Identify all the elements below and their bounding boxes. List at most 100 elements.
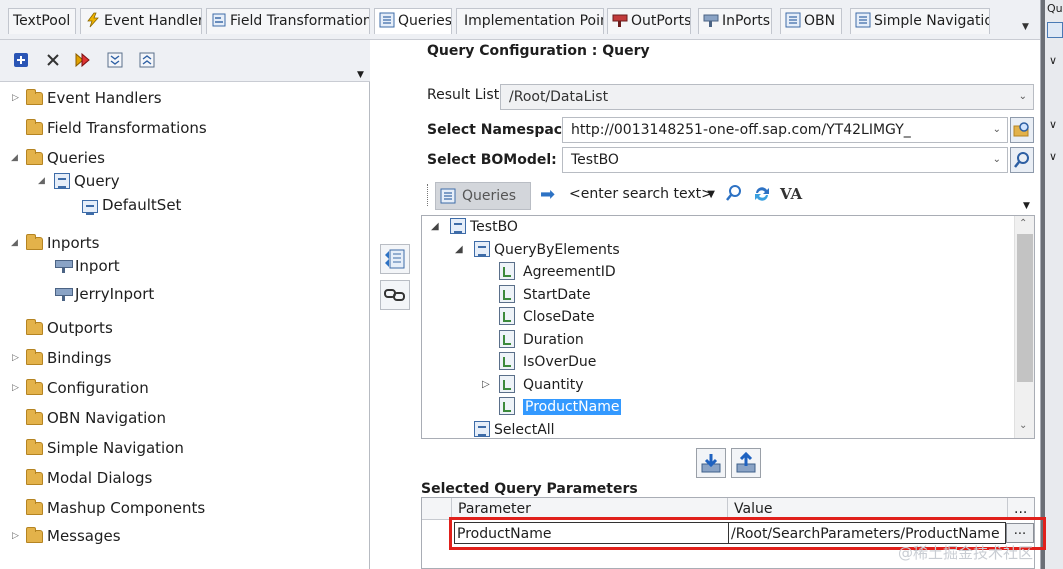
browse-namespace-button[interactable] [1010, 117, 1034, 143]
expand-arrow-icon[interactable]: ▷ [12, 87, 22, 109]
tree-node-field[interactable]: CloseDate [499, 306, 595, 328]
collapse-arrow-icon[interactable]: ◢ [455, 239, 463, 261]
collapse-arrow-icon[interactable]: ◢ [11, 147, 21, 169]
tree-node-field[interactable]: StartDate [499, 284, 591, 306]
tree-item-jerryinport[interactable]: JerryInport [55, 283, 154, 305]
tree-item-inports[interactable]: Inports [26, 232, 100, 254]
search-icon[interactable] [725, 184, 743, 207]
queries-button[interactable]: Queries [435, 182, 531, 210]
expand-arrow-icon[interactable]: ▷ [12, 347, 22, 369]
folder-icon [26, 469, 43, 485]
collapse-all-icon[interactable] [136, 49, 158, 71]
swap-button[interactable] [380, 244, 410, 274]
tab-outports[interactable]: OutPorts [607, 8, 691, 34]
folder-search-icon [1013, 122, 1029, 137]
result-list-select[interactable]: /Root/DataList ⌄ [500, 84, 1034, 110]
chevron-down-icon[interactable]: ∨ [1049, 150, 1057, 163]
tree-item-inport[interactable]: Inport [55, 255, 120, 277]
tree-item-query[interactable]: Query [54, 170, 120, 192]
remove-parameter-button[interactable] [731, 448, 761, 478]
tab-queries[interactable]: Queries [374, 8, 452, 34]
link-button[interactable] [380, 280, 410, 310]
inport-icon [55, 259, 73, 273]
tree-item-outports[interactable]: Outports [26, 317, 113, 339]
field-icon [499, 330, 515, 348]
scroll-up-icon[interactable]: ⌃ [1019, 218, 1027, 229]
collapse-arrow-icon[interactable]: ◢ [431, 216, 439, 238]
toolbar-overflow-icon[interactable]: ▼ [1023, 201, 1030, 211]
field-icon [499, 352, 515, 370]
arrow-right-icon: ➡ [540, 184, 556, 205]
scrollbar-thumb[interactable] [1017, 234, 1033, 382]
folder-icon [26, 119, 43, 135]
tree-item-bindings[interactable]: Bindings [26, 347, 112, 369]
upload-from-icon [736, 452, 756, 473]
namespace-label: Select Namespace: [427, 122, 578, 138]
collapse-arrow-icon[interactable]: ◢ [38, 170, 48, 192]
tab-field-transformations[interactable]: Field Transformations [206, 8, 370, 34]
expand-all-icon[interactable] [104, 49, 126, 71]
tree-item-configuration[interactable]: Configuration [26, 377, 149, 399]
tree-item-modal-dialogs[interactable]: Modal Dialogs [26, 467, 152, 489]
search-input[interactable]: <enter search text> ▼ [563, 183, 717, 207]
tab-label: InPorts [722, 13, 771, 29]
toolbar-overflow-icon[interactable]: ▼ [357, 70, 364, 80]
run-icon[interactable] [72, 49, 94, 71]
outport-icon [612, 14, 628, 27]
page-title: Query Configuration : Query [427, 43, 650, 59]
expand-arrow-icon[interactable]: ▷ [482, 374, 490, 396]
tree-item-messages[interactable]: Messages [26, 525, 121, 547]
tab-textpool[interactable]: TextPool [8, 8, 76, 34]
editor-tab-strip: TextPool Event Handlers Field Transforma… [0, 0, 1040, 40]
splitter-bar[interactable] [1041, 0, 1045, 569]
tab-label: OBN [804, 13, 836, 29]
tree-item-defaultset[interactable]: DefaultSet [82, 194, 181, 216]
grid-icon[interactable] [1047, 22, 1063, 38]
tree-item-queries[interactable]: Queries [26, 147, 105, 169]
tree-item-field-transformations[interactable]: Field Transformations [26, 117, 207, 139]
tab-simple-navigation[interactable]: Simple Navigation [850, 8, 990, 34]
right-strip-label: Qu [1047, 2, 1063, 15]
add-icon[interactable] [10, 49, 32, 71]
bomodel-select[interactable]: TestBO ⌄ [562, 147, 1008, 173]
navigation-icon [855, 12, 871, 28]
search-bomodel-button[interactable] [1010, 147, 1034, 173]
delete-icon[interactable] [42, 49, 64, 71]
tree-node-selectall[interactable]: SelectAll [474, 419, 555, 438]
scroll-down-icon[interactable]: ⌄ [1019, 420, 1027, 431]
chevron-down-icon[interactable]: ∨ [1049, 54, 1057, 67]
tab-label: Queries [398, 13, 452, 29]
tree-node-field[interactable]: Quantity [499, 374, 584, 396]
tab-overflow-dropdown-icon[interactable]: ▼ [1022, 22, 1029, 32]
query-search-toolbar: Queries ➡ <enter search text> ▼ VA ▼ [427, 180, 1035, 212]
chevron-down-icon[interactable]: ▼ [707, 184, 715, 206]
add-parameter-button[interactable] [696, 448, 726, 478]
tree-item-obn-navigation[interactable]: OBN Navigation [26, 407, 166, 429]
expand-arrow-icon[interactable]: ▷ [12, 377, 22, 399]
vertical-scrollbar[interactable]: ⌃ ⌄ [1014, 216, 1034, 438]
tab-implementation-points[interactable]: Implementation Points [456, 8, 604, 34]
field-icon [499, 397, 515, 415]
tree-node-field[interactable]: AgreementID [499, 261, 616, 283]
tree-item-event-handlers[interactable]: Event Handlers [26, 87, 162, 109]
va-label[interactable]: VA [780, 185, 802, 203]
tree-node-testbo[interactable]: TestBO [450, 216, 518, 238]
tree-node-field[interactable]: IsOverDue [499, 351, 596, 373]
tree-item-simple-navigation[interactable]: Simple Navigation [26, 437, 184, 459]
inport-icon [703, 14, 719, 27]
paramset-icon [82, 200, 98, 215]
tab-event-handlers[interactable]: Event Handlers [80, 8, 202, 34]
watermark: @稀土掘金技术社区 [898, 544, 1034, 562]
tab-obn[interactable]: OBN [780, 8, 842, 34]
tree-node-field-selected[interactable]: ProductName [499, 396, 622, 418]
tree-item-mashup-components[interactable]: Mashup Components [26, 497, 205, 519]
namespace-select[interactable]: http://0013148251-one-off.sap.com/YT42LI… [562, 117, 1008, 143]
toolbar-grip[interactable] [427, 184, 430, 206]
refresh-icon[interactable] [752, 184, 772, 209]
tree-node-querybyelements[interactable]: QueryByElements [474, 239, 620, 261]
expand-arrow-icon[interactable]: ▷ [12, 525, 22, 547]
tree-node-field[interactable]: Duration [499, 329, 584, 351]
tab-inports[interactable]: InPorts [698, 8, 772, 34]
chevron-down-icon[interactable]: ∨ [1049, 118, 1057, 131]
collapse-arrow-icon[interactable]: ◢ [11, 232, 21, 254]
